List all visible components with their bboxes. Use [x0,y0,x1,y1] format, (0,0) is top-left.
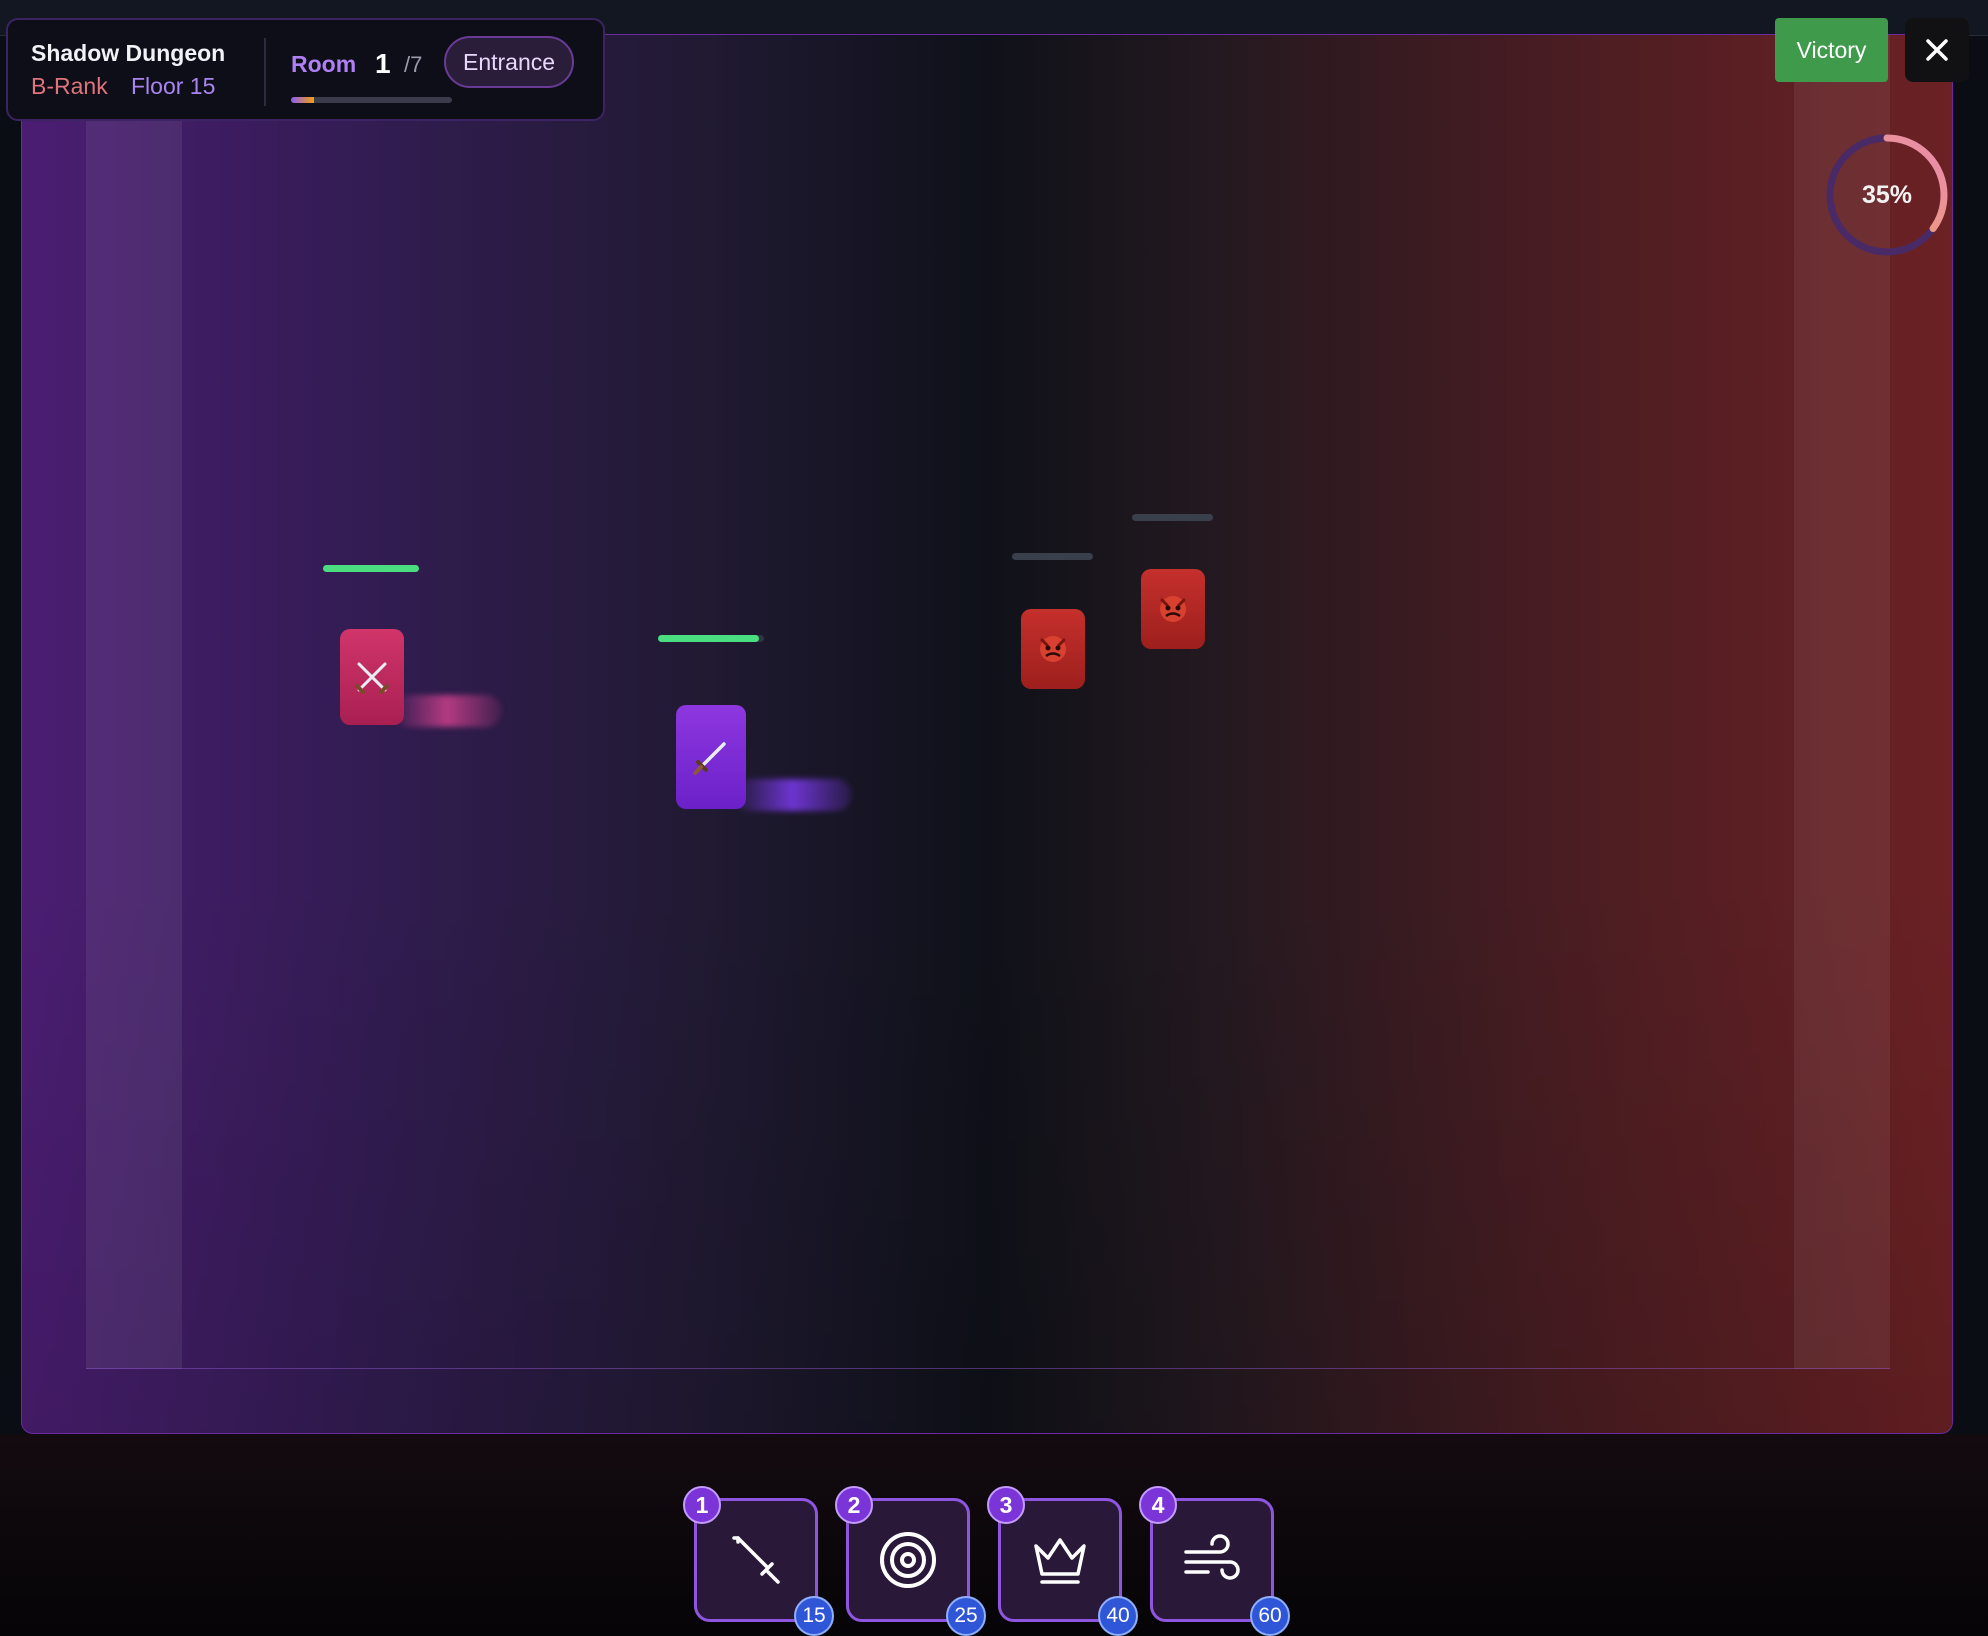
close-button[interactable] [1905,18,1969,82]
skill-3-hotkey: 3 [987,1486,1025,1524]
skill-2-hotkey: 2 [835,1486,873,1524]
hero-assassin[interactable] [676,705,746,809]
skill-bar [0,1434,1988,1636]
hud-divider [264,38,266,106]
hero-swordsman[interactable] [340,629,404,725]
skill-1-cost: 15 [794,1596,834,1636]
hero-1-hp-fill [323,565,419,572]
sword-icon [732,1536,780,1584]
crown-icon [1034,1538,1086,1584]
wind-icon [1184,1534,1240,1580]
enemy-1-hp-bar [1012,553,1093,560]
victory-button[interactable]: Victory [1775,18,1888,82]
room-label: Room [291,51,357,77]
room-current: 1 [375,48,391,79]
enemy-goblin-2[interactable] [1141,569,1205,649]
room-progress-bar [291,97,452,103]
skill-4-hotkey: 4 [1139,1486,1177,1524]
dungeon-name: Shadow Dungeon [31,40,226,66]
skill-3-cost: 40 [1098,1596,1138,1636]
hero-1-trail [392,695,502,727]
enemy-goblin-1[interactable] [1021,609,1085,689]
hero-1-hp-bar [323,565,419,572]
hero-2-hp-fill [658,635,759,642]
hero-2-trail [732,779,852,811]
battle-arena[interactable] [21,34,1953,1434]
dagger-icon [693,742,726,775]
close-icon [1926,39,1948,61]
goblin-icon [1160,596,1186,622]
target-icon [880,1532,936,1588]
room-total: /7 [404,52,423,77]
skill-1-hotkey: 1 [683,1486,721,1524]
enemy-2-hp-bar [1132,514,1213,521]
dungeon-rank: B-Rank [31,73,108,99]
hero-2-hp-bar [658,635,764,642]
dungeon-floor: Floor 15 [131,73,216,99]
skill-2-cost: 25 [946,1596,986,1636]
room-name-badge: Entrance [444,36,575,88]
crossed-swords-icon [355,662,389,694]
goblin-icon [1040,636,1066,662]
dungeon-hud: Shadow Dungeon B-Rank Floor 15 Room 1 /7… [6,18,605,121]
room-progress-fill [291,97,314,103]
skill-4-cost: 60 [1250,1596,1290,1636]
gate-percent: 35% [1861,181,1913,209]
